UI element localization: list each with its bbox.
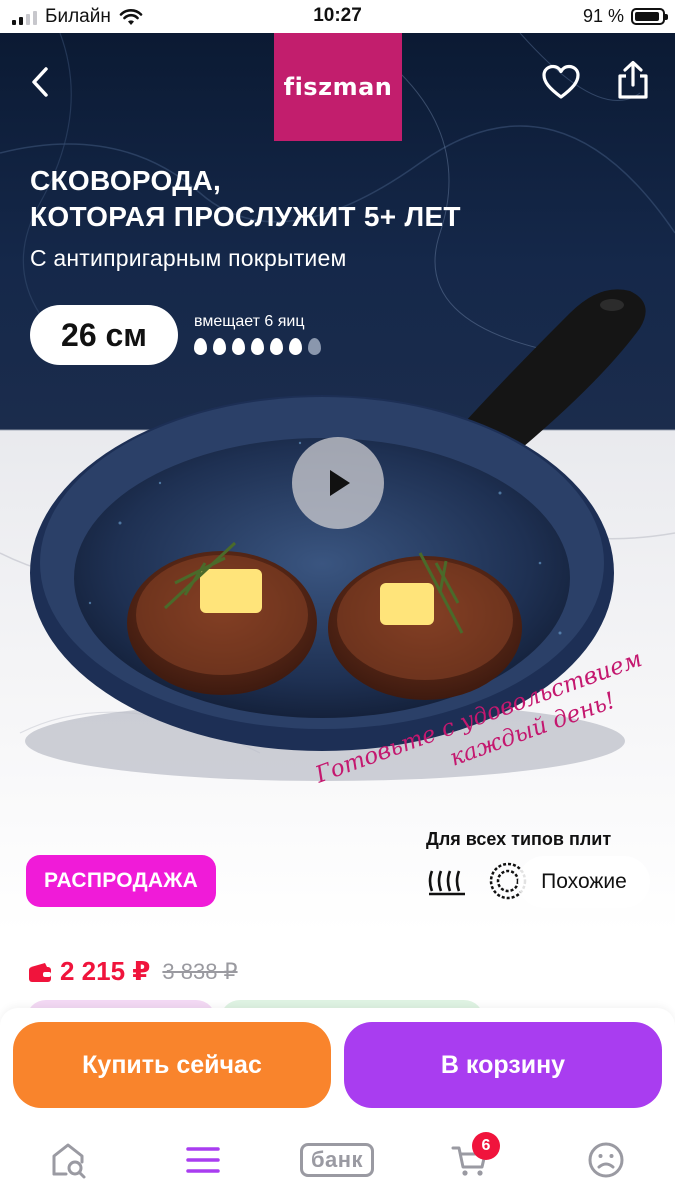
back-button[interactable]	[16, 57, 66, 107]
menu-icon	[186, 1147, 220, 1173]
sale-badge: РАСПРОДАЖА	[26, 855, 217, 907]
tab-profile[interactable]	[578, 1134, 634, 1186]
tab-bar: банк	[0, 1122, 675, 1200]
status-time: 10:27	[313, 5, 362, 26]
brand-logo: fiszman	[274, 33, 402, 141]
play-icon	[330, 470, 350, 496]
profile-icon	[588, 1142, 624, 1178]
home-search-icon	[52, 1143, 86, 1179]
battery-percent: 91 %	[582, 6, 624, 26]
brand-name: fiszman	[283, 73, 393, 101]
share-icon	[618, 60, 648, 99]
old-price: 3 838 ₽	[162, 958, 238, 984]
buy-now-button[interactable]: Купить сейчас	[13, 1022, 331, 1108]
headline-line-2: КОТОРАЯ ПРОСЛУЖИТ 5+ ЛЕТ	[30, 201, 461, 232]
wallet-icon	[29, 962, 51, 982]
cart-count-badge: 6	[472, 1132, 500, 1160]
headline-line-1: СКОВОРОДА,	[30, 165, 222, 196]
favorite-button[interactable]	[536, 57, 586, 107]
add-to-cart-button[interactable]: В корзину	[344, 1022, 662, 1108]
stove-icons	[426, 861, 528, 901]
share-button[interactable]	[608, 55, 658, 105]
status-bar: Билайн 10:27 91 %	[0, 0, 675, 33]
play-video-button[interactable]	[292, 437, 384, 529]
electric-stove-icon	[428, 870, 465, 896]
similar-products-button[interactable]: Похожие	[518, 856, 650, 908]
heart-icon	[542, 64, 580, 99]
back-icon	[32, 67, 48, 97]
bank-label: банк	[299, 1143, 375, 1177]
tab-catalog[interactable]	[175, 1134, 231, 1186]
price-row: 2 215 ₽ 3 838 ₽	[28, 956, 238, 987]
battery-group: 91 %	[582, 6, 668, 27]
battery-icon	[631, 8, 668, 25]
tab-home[interactable]	[40, 1134, 96, 1186]
tab-bank[interactable]: банк	[295, 1134, 379, 1186]
stoves-title: Для всех типов плит	[426, 829, 612, 849]
product-headline: СКОВОРОДА, КОТОРАЯ ПРОСЛУЖИТ 5+ ЛЕТ	[30, 163, 461, 235]
current-price: 2 215 ₽	[60, 956, 151, 986]
product-hero-image[interactable]: fiszman СКОВОРОДА, КОТОРАЯ ПРОСЛУЖИТ 5+ …	[0, 33, 675, 933]
